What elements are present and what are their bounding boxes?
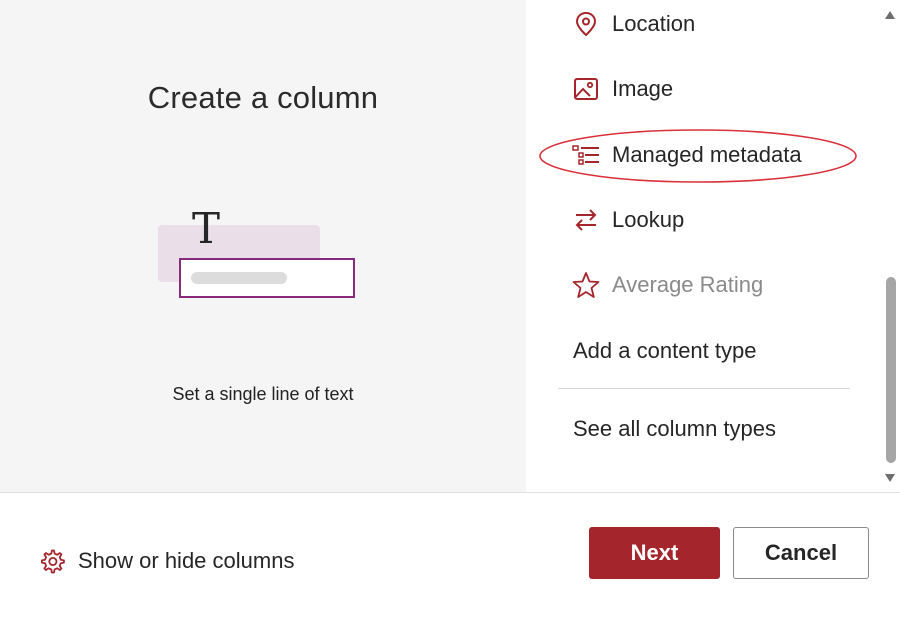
column-type-average-rating[interactable]: Average Rating: [572, 267, 763, 303]
managed-metadata-icon: [572, 141, 600, 169]
gear-icon: [38, 547, 66, 575]
column-type-label: Lookup: [612, 207, 685, 232]
column-preview-pane: Create a column T Set a single line of t…: [0, 0, 526, 492]
scroll-down-arrow-icon[interactable]: [885, 474, 895, 482]
footer-divider: [0, 492, 900, 493]
column-type-label: Location: [612, 11, 696, 36]
scrollbar-thumb[interactable]: [886, 277, 896, 463]
column-type-managed-metadata[interactable]: Managed metadata: [572, 137, 802, 173]
column-type-lookup[interactable]: Lookup: [572, 202, 684, 238]
image-icon: [572, 75, 600, 103]
next-button[interactable]: Next: [589, 527, 720, 579]
lookup-arrows-icon: [572, 206, 600, 234]
show-hide-columns-label: Show or hide columns: [78, 548, 295, 573]
location-pin-icon: [572, 10, 600, 38]
column-type-location[interactable]: Location: [572, 6, 695, 42]
svg-text:T: T: [192, 205, 220, 253]
text-column-illustration: T: [158, 205, 355, 298]
column-type-label: Managed metadata: [612, 142, 802, 167]
show-hide-columns-link[interactable]: Show or hide columns: [38, 544, 294, 578]
column-type-label: Image: [612, 76, 674, 101]
preview-description: Set a single line of text: [172, 384, 354, 404]
column-type-label: Average Rating: [612, 272, 764, 297]
preview-title: Create a column: [147, 80, 379, 115]
column-type-image[interactable]: Image: [572, 71, 673, 107]
list-separator: [558, 388, 850, 389]
scroll-up-arrow-icon[interactable]: [885, 11, 895, 19]
add-content-type-link[interactable]: Add a content type: [573, 333, 756, 369]
star-icon: [572, 271, 600, 299]
see-all-column-types-link[interactable]: See all column types: [573, 411, 776, 447]
cancel-button[interactable]: Cancel: [733, 527, 869, 579]
